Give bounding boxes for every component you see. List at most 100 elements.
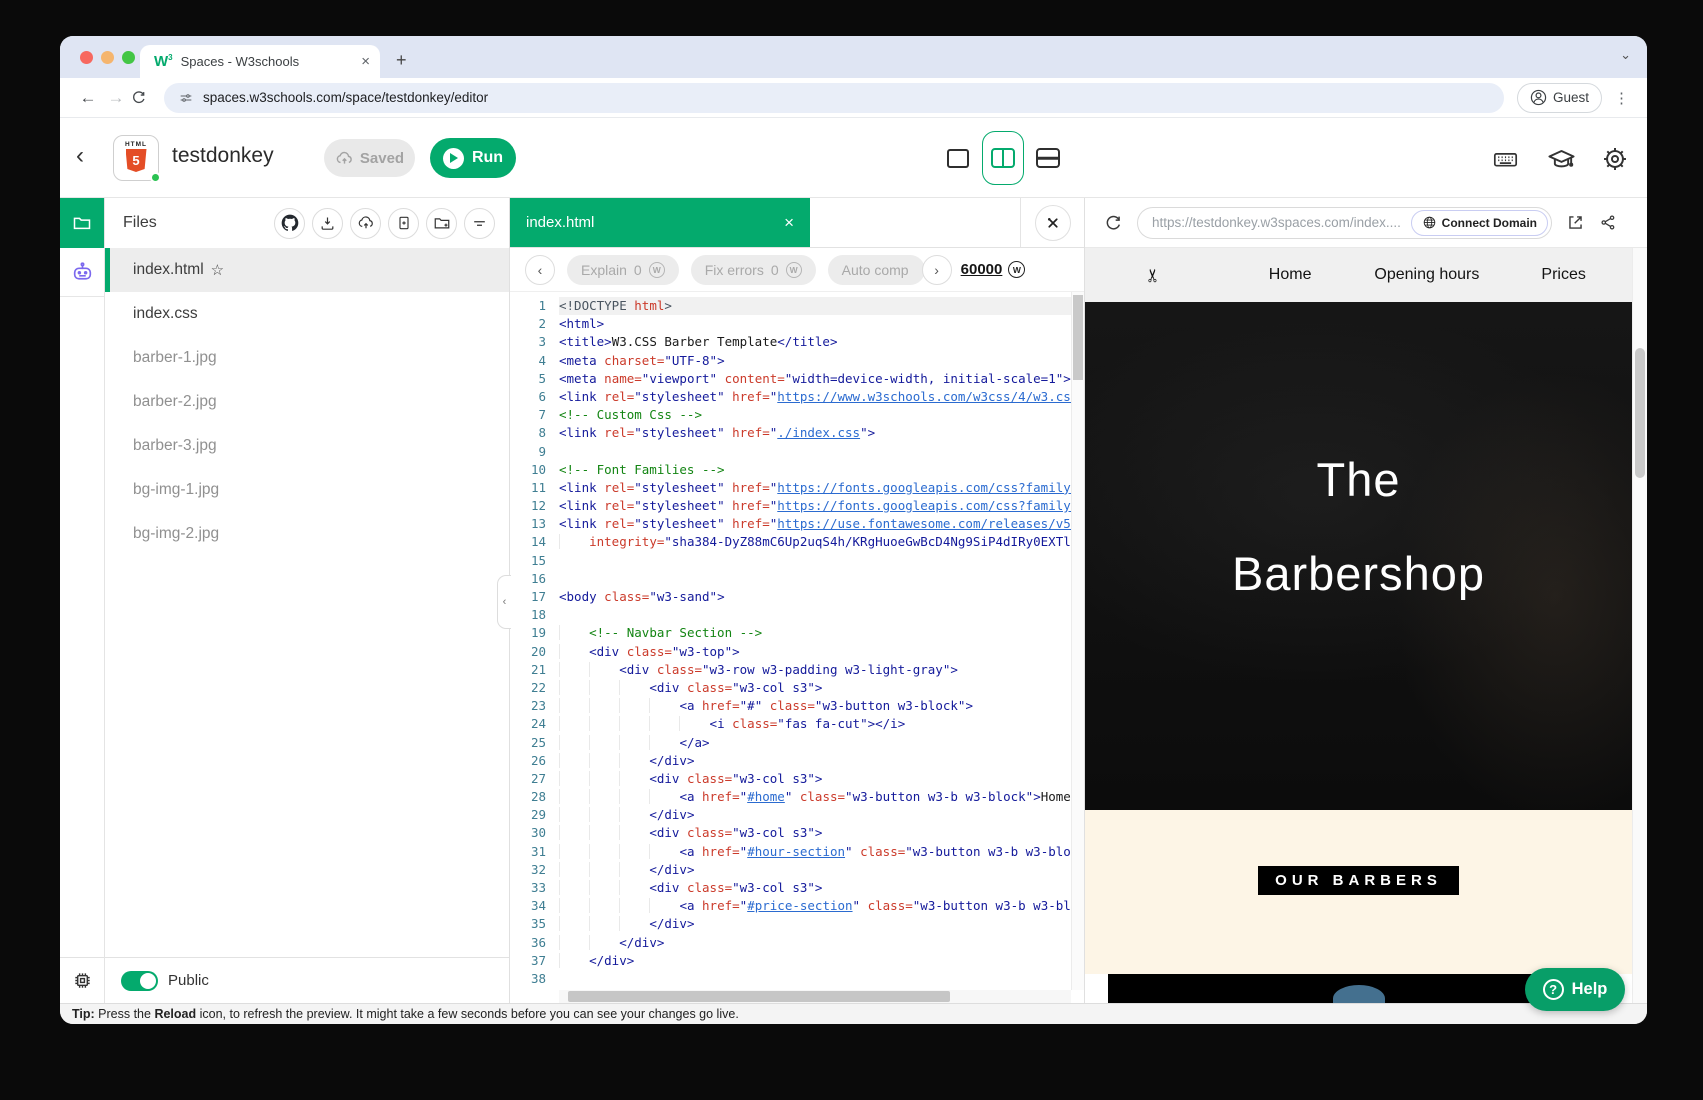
- code-line[interactable]: 11<link rel="stylesheet" href="https://f…: [510, 479, 1084, 497]
- file-item[interactable]: barber-2.jpg: [105, 380, 509, 424]
- layout-split-horizontal-button[interactable]: [1036, 148, 1060, 168]
- code-line[interactable]: 5<meta name="viewport" content="width=de…: [510, 370, 1084, 388]
- code-line[interactable]: 15: [510, 552, 1084, 570]
- code-line[interactable]: 23 <a href="#" class="w3-button w3-block…: [510, 697, 1084, 715]
- editor-tools-button[interactable]: [1035, 205, 1071, 241]
- open-in-new-tab-button[interactable]: [1566, 213, 1585, 232]
- code-line[interactable]: 28 <a href="#home" class="w3-button w3-b…: [510, 788, 1084, 806]
- code-line[interactable]: 24 <i class="fas fa-cut"></i>: [510, 715, 1084, 733]
- preview-reload-button[interactable]: [1103, 213, 1123, 233]
- minimize-window-button[interactable]: [101, 51, 114, 64]
- code-line[interactable]: 3<title>W3.CSS Barber Template</title>: [510, 333, 1084, 351]
- code-line[interactable]: 30 <div class="w3-col s3">: [510, 824, 1084, 842]
- ai-assistant-button[interactable]: [60, 248, 104, 297]
- browser-tab[interactable]: W3 Spaces - W3schools ×: [140, 45, 380, 78]
- star-icon[interactable]: ☆: [211, 261, 224, 279]
- close-editor-tab-icon[interactable]: ×: [784, 213, 794, 233]
- layout-single-pane-button[interactable]: [947, 149, 969, 168]
- code-line[interactable]: 13<link rel="stylesheet" href="https://u…: [510, 515, 1084, 533]
- code-line[interactable]: 10<!-- Font Families -->: [510, 461, 1084, 479]
- public-toggle[interactable]: [121, 971, 158, 991]
- ai-next-button[interactable]: ›: [922, 255, 952, 285]
- explain-button[interactable]: Explain0 W: [567, 255, 679, 285]
- settings-button[interactable]: [1600, 144, 1630, 174]
- collapse-files-handle[interactable]: ‹: [497, 575, 511, 629]
- code-line[interactable]: 34 <a href="#price-section" class="w3-bu…: [510, 897, 1084, 915]
- back-to-spaces-button[interactable]: ‹: [76, 142, 84, 170]
- code-line[interactable]: 37 </div>: [510, 952, 1084, 970]
- file-item[interactable]: barber-1.jpg: [105, 336, 509, 380]
- editor-vertical-scrollbar[interactable]: [1071, 292, 1084, 990]
- code-line[interactable]: 36 </div>: [510, 934, 1084, 952]
- code-line[interactable]: 16: [510, 570, 1084, 588]
- code-line[interactable]: 9: [510, 443, 1084, 461]
- scrollbar-thumb[interactable]: [1635, 348, 1645, 478]
- code-line[interactable]: 20 <div class="w3-top">: [510, 643, 1084, 661]
- code-line[interactable]: 14 integrity="sha384-DyZ88mC6Up2uqS4h/KR…: [510, 533, 1084, 551]
- code-line[interactable]: 25 </a>: [510, 734, 1084, 752]
- code-line[interactable]: 32 </div>: [510, 861, 1084, 879]
- code-line[interactable]: 38: [510, 970, 1084, 988]
- code-line[interactable]: 2<html>: [510, 315, 1084, 333]
- editor-horizontal-scrollbar[interactable]: [559, 990, 1071, 1003]
- code-editor[interactable]: 1<!DOCTYPE html>2<html>3<title>W3.CSS Ba…: [510, 292, 1084, 1003]
- browser-back-icon[interactable]: ←: [74, 88, 102, 108]
- ai-prev-button[interactable]: ‹: [525, 255, 555, 285]
- code-line[interactable]: 12<link rel="stylesheet" href="https://f…: [510, 497, 1084, 515]
- scrollbar-thumb[interactable]: [1073, 295, 1083, 380]
- share-button[interactable]: [1599, 213, 1618, 232]
- code-line[interactable]: 22 <div class="w3-col s3">: [510, 679, 1084, 697]
- maximize-window-button[interactable]: [122, 51, 135, 64]
- editor-tab-index-html[interactable]: index.html ×: [510, 198, 810, 247]
- layout-split-vertical-button[interactable]: [982, 131, 1024, 185]
- download-files-button[interactable]: [312, 208, 343, 239]
- tab-search-chevron-icon[interactable]: ⌄: [1620, 47, 1631, 63]
- new-file-button[interactable]: [388, 208, 419, 239]
- run-button[interactable]: Run: [430, 138, 516, 178]
- code-line[interactable]: 6<link rel="stylesheet" href="https://ww…: [510, 388, 1084, 406]
- filter-files-button[interactable]: [464, 208, 495, 239]
- code-line[interactable]: 17<body class="w3-sand">: [510, 588, 1084, 606]
- saved-button[interactable]: Saved: [324, 139, 415, 177]
- file-item[interactable]: barber-3.jpg: [105, 424, 509, 468]
- environment-button[interactable]: [60, 957, 104, 1003]
- close-window-button[interactable]: [80, 51, 93, 64]
- preview-url-field[interactable]: https://testdonkey.w3spaces.com/index...…: [1137, 207, 1552, 239]
- site-nav-link[interactable]: Prices: [1495, 248, 1632, 302]
- code-line[interactable]: 26 </div>: [510, 752, 1084, 770]
- browser-forward-icon[interactable]: →: [102, 88, 130, 108]
- code-line[interactable]: 31 <a href="#hour-section" class="w3-but…: [510, 843, 1084, 861]
- file-item[interactable]: bg-img-2.jpg: [105, 512, 509, 556]
- close-tab-icon[interactable]: ×: [361, 53, 370, 70]
- code-line[interactable]: 29 </div>: [510, 806, 1084, 824]
- code-line[interactable]: 1<!DOCTYPE html>: [510, 297, 1084, 315]
- fix-errors-button[interactable]: Fix errors0 W: [691, 255, 816, 285]
- tutorials-button[interactable]: [1546, 144, 1576, 174]
- file-item[interactable]: index.html☆: [105, 248, 509, 292]
- code-line[interactable]: 18: [510, 606, 1084, 624]
- new-tab-button[interactable]: +: [396, 51, 407, 69]
- browser-address-bar[interactable]: spaces.w3schools.com/space/testdonkey/ed…: [164, 83, 1504, 113]
- keyboard-shortcuts-button[interactable]: [1490, 144, 1520, 174]
- code-line[interactable]: 27 <div class="w3-col s3">: [510, 770, 1084, 788]
- code-line[interactable]: 8<link rel="stylesheet" href="./index.cs…: [510, 424, 1084, 442]
- browser-reload-icon[interactable]: [130, 89, 158, 106]
- browser-menu-icon[interactable]: ⋮: [1614, 89, 1629, 107]
- auto-complete-button[interactable]: Auto comp: [828, 255, 925, 285]
- code-line[interactable]: 4<meta charset="UTF-8">: [510, 352, 1084, 370]
- file-item[interactable]: bg-img-1.jpg: [105, 468, 509, 512]
- site-nav-link[interactable]: Home: [1222, 248, 1359, 302]
- site-nav-logo[interactable]: ✂: [1085, 248, 1222, 302]
- new-folder-button[interactable]: [426, 208, 457, 239]
- github-import-button[interactable]: [274, 208, 305, 239]
- files-rail-button[interactable]: [60, 198, 104, 248]
- code-line[interactable]: 33 <div class="w3-col s3">: [510, 879, 1084, 897]
- site-settings-icon[interactable]: [178, 90, 194, 106]
- guest-profile-button[interactable]: Guest: [1517, 83, 1602, 113]
- scrollbar-thumb[interactable]: [568, 991, 950, 1002]
- upload-files-button[interactable]: [350, 208, 381, 239]
- help-button[interactable]: ? Help: [1525, 968, 1625, 1011]
- preview-scrollbar[interactable]: [1632, 248, 1647, 1003]
- code-line[interactable]: 7<!-- Custom Css -->: [510, 406, 1084, 424]
- code-line[interactable]: 21 <div class="w3-row w3-padding w3-ligh…: [510, 661, 1084, 679]
